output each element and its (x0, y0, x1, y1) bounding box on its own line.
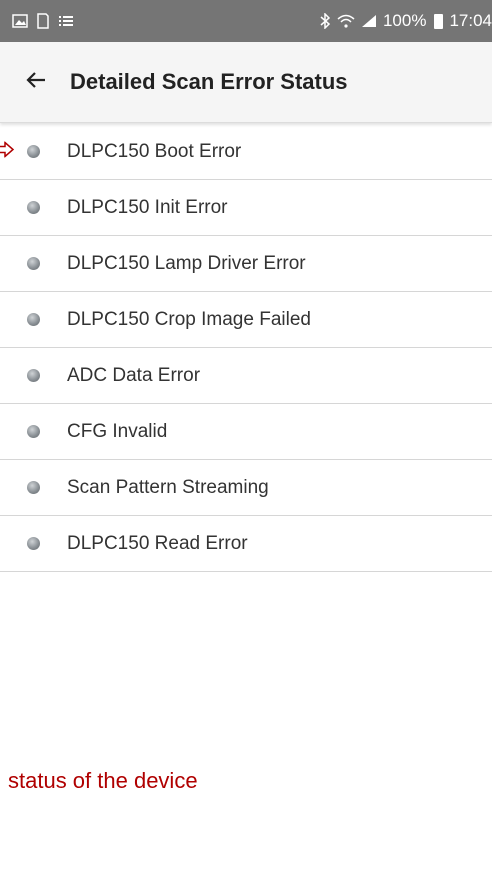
error-label: DLPC150 Lamp Driver Error (67, 252, 306, 274)
page-title: Detailed Scan Error Status (70, 69, 348, 94)
bluetooth-icon (319, 13, 331, 29)
status-right: 100% 17:04 (319, 11, 492, 31)
error-status-list: DLPC150 Boot Error DLPC150 Init Error DL… (0, 124, 492, 572)
arrow-left-icon (24, 68, 48, 97)
list-item: CFG Invalid (0, 404, 492, 460)
battery-percent: 100% (382, 11, 427, 30)
signal-icon (361, 14, 377, 28)
status-indicator-icon (27, 481, 40, 494)
status-indicator-icon (27, 257, 40, 270)
list-item: DLPC150 Read Error (0, 516, 492, 572)
status-indicator-icon (27, 369, 40, 382)
annotation-text: status of the device (8, 768, 198, 793)
gallery-icon (12, 14, 28, 28)
list-item: DLPC150 Lamp Driver Error (0, 236, 492, 292)
list-icon (58, 14, 74, 28)
status-bar: 100% 17:04 (0, 0, 492, 42)
status-indicator-icon (27, 313, 40, 326)
screen-icon (36, 13, 50, 29)
pointer-arrow-icon (0, 140, 15, 162)
list-item: DLPC150 Boot Error (0, 124, 492, 180)
list-item: DLPC150 Init Error (0, 180, 492, 236)
status-indicator-icon (27, 425, 40, 438)
list-item: DLPC150 Crop Image Failed (0, 292, 492, 348)
back-button[interactable] (16, 62, 56, 102)
list-item: Scan Pattern Streaming (0, 460, 492, 516)
list-item: ADC Data Error (0, 348, 492, 404)
error-label: DLPC150 Crop Image Failed (67, 308, 311, 330)
error-label: DLPC150 Init Error (67, 196, 228, 218)
clock: 17:04 (449, 11, 492, 30)
error-label: DLPC150 Boot Error (67, 140, 242, 162)
wifi-icon (337, 14, 355, 28)
app-bar: Detailed Scan Error Status (0, 42, 492, 123)
error-label: DLPC150 Read Error (67, 532, 248, 554)
error-label: ADC Data Error (67, 364, 201, 386)
error-label: Scan Pattern Streaming (67, 476, 269, 498)
error-label: CFG Invalid (67, 420, 168, 442)
status-left-icons (12, 13, 74, 29)
battery-icon (434, 13, 444, 29)
status-indicator-icon (27, 537, 40, 550)
status-indicator-icon (27, 201, 40, 214)
status-indicator-icon (27, 145, 40, 158)
